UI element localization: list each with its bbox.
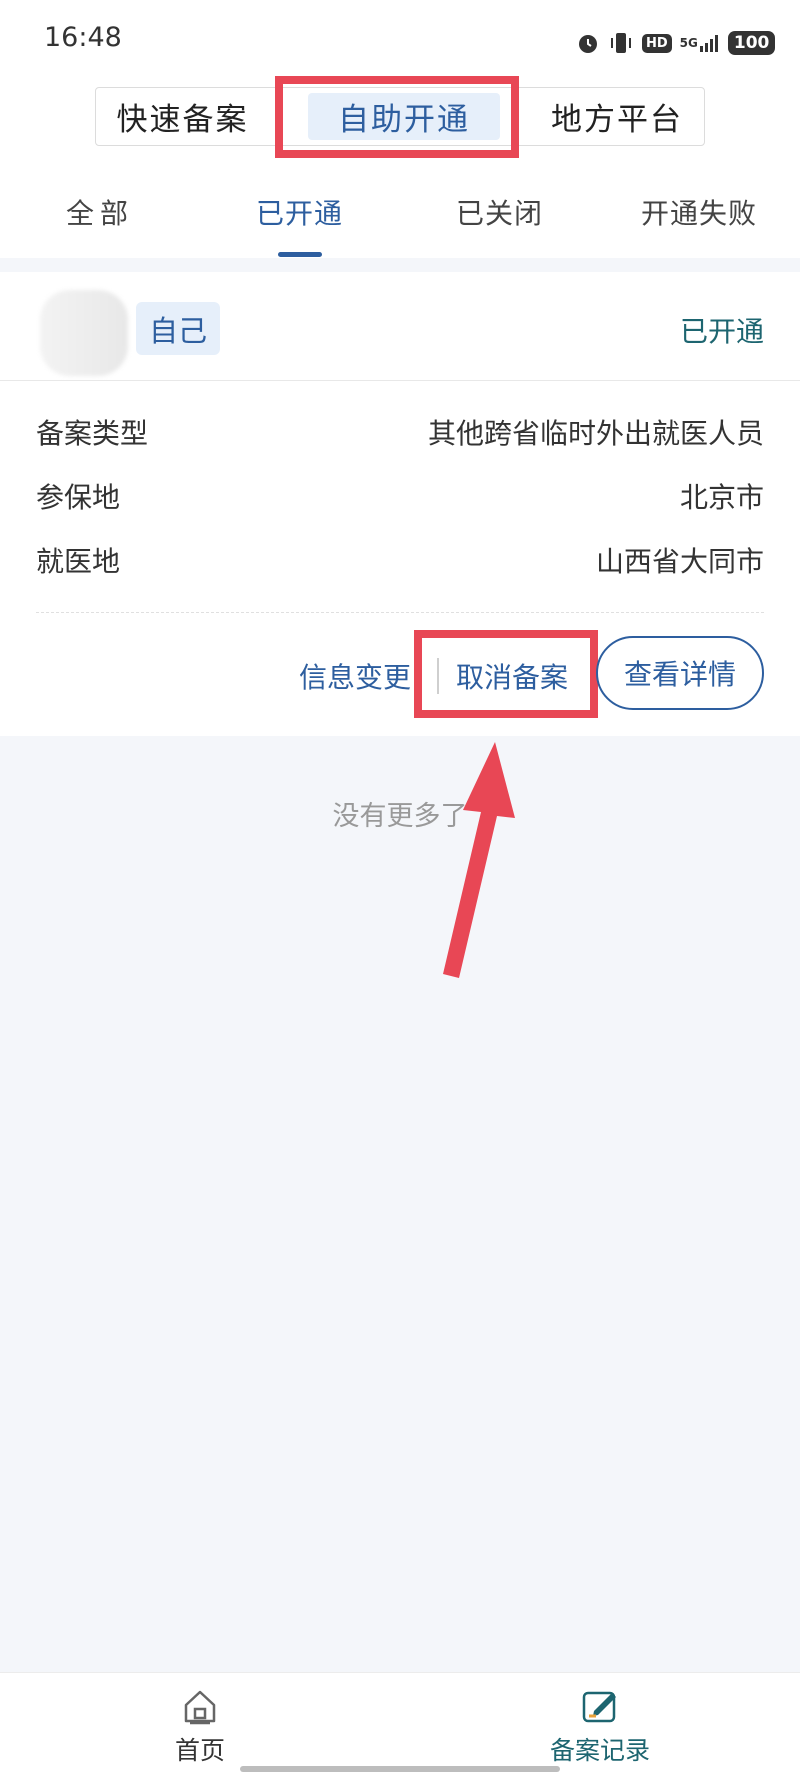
no-more-text: 没有更多了: [332, 801, 468, 832]
row-value-filing-type: 其他跨省临时外出就医人员: [427, 417, 764, 450]
row-label-treatment-place: 就医地: [36, 545, 121, 578]
highlight-box-cancel: [414, 630, 598, 718]
record-status: 已开通: [679, 315, 764, 348]
segment-quick-filing[interactable]: 快速备案: [96, 88, 269, 145]
vibrate-icon: [608, 31, 634, 55]
row-value-treatment-place: 山西省大同市: [595, 545, 764, 578]
view-details-button[interactable]: 查看详情: [596, 636, 764, 710]
highlight-box-self-service: [275, 76, 519, 158]
status-icons: HD 5G 100: [576, 26, 776, 60]
hd-icon: HD: [642, 33, 672, 53]
nav-home[interactable]: 首页: [120, 1687, 280, 1767]
alarm-icon: [576, 31, 600, 55]
battery-icon: 100: [727, 31, 776, 55]
nav-records[interactable]: 备案记录: [520, 1687, 680, 1767]
avatar: [40, 290, 128, 376]
tab-opened[interactable]: 已开通: [256, 192, 343, 232]
segment-local-platform[interactable]: 地方平台: [530, 88, 704, 145]
relation-tag: 自己: [136, 302, 220, 355]
home-icon: [180, 1690, 220, 1729]
annotation-arrow-icon: [443, 742, 515, 978]
tab-failed[interactable]: 开通失败: [641, 192, 757, 232]
row-label-filing-type: 备案类型: [36, 417, 149, 450]
row-label-insured-place: 参保地: [36, 481, 121, 514]
status-time: 16:48: [44, 22, 122, 53]
dashed-divider: [36, 612, 764, 613]
change-info-button[interactable]: 信息变更: [299, 656, 411, 696]
card-divider: [0, 380, 800, 381]
tab-all[interactable]: 全部: [66, 192, 134, 232]
nav-records-label: 备案记录: [549, 1736, 650, 1765]
tab-closed[interactable]: 已关闭: [456, 192, 543, 232]
record-edit-icon: [580, 1691, 620, 1729]
signal-5g-icon: 5G: [680, 34, 720, 52]
home-indicator: [240, 1766, 560, 1772]
row-value-insured-place: 北京市: [679, 481, 764, 514]
active-tab-indicator: [278, 252, 322, 257]
bottom-navigation: 首页 备案记录: [0, 1672, 800, 1778]
nav-home-label: 首页: [174, 1736, 225, 1765]
